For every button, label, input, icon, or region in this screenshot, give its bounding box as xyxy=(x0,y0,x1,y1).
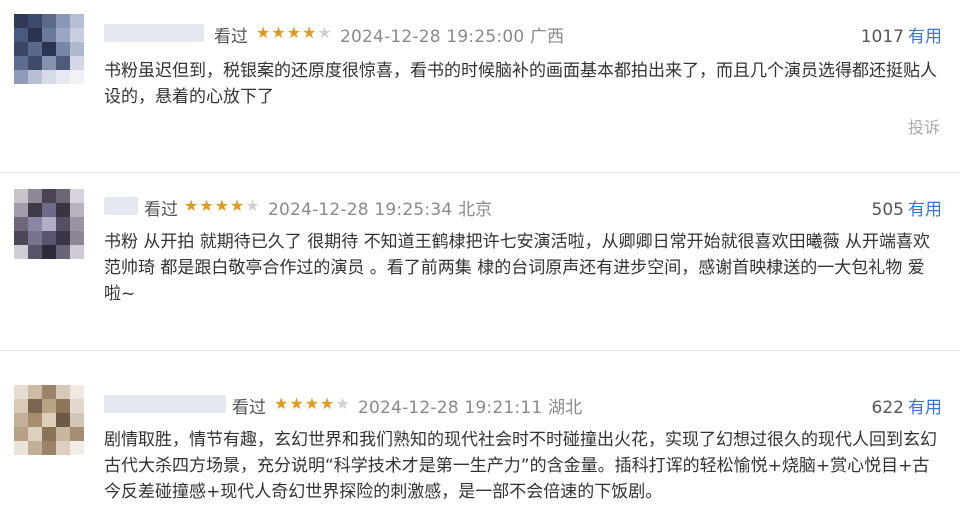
star-icon: ★ xyxy=(304,394,321,413)
star-icon: ★ xyxy=(184,196,200,215)
avatar[interactable] xyxy=(14,385,84,455)
rating-stars: ★★★★★ xyxy=(256,23,333,42)
star-empty-icon: ★ xyxy=(335,394,351,413)
star-icon: ★ xyxy=(199,196,215,215)
review-time: 2024-12-28 19:21:11 湖北 xyxy=(358,398,583,418)
star-icon: ★ xyxy=(302,23,318,42)
review-card: 看过 ★★★★★ 2024-12-28 19:25:34 北京 505 有用 书粉… xyxy=(0,172,960,351)
useful-button[interactable]: 有用 xyxy=(908,27,942,47)
username-blurred[interactable] xyxy=(104,197,138,215)
username-blurred[interactable] xyxy=(104,395,226,413)
review-location: 北京 xyxy=(457,200,493,220)
avatar[interactable] xyxy=(14,14,84,84)
report-button[interactable]: 投诉 xyxy=(908,114,940,138)
star-icon: ★ xyxy=(214,196,231,215)
review-location: 广西 xyxy=(529,27,565,47)
watched-status: 看过 xyxy=(232,398,266,418)
star-empty-icon: ★ xyxy=(245,196,261,215)
vote-count[interactable]: 1017 有用 xyxy=(861,22,942,47)
review-text: 书粉 从开拍 就期待已久了 很期待 不知道王鹤棣把许七安演活啦，从卿卿日常开始就… xyxy=(104,232,931,304)
rating-stars: ★★★★★ xyxy=(274,394,351,413)
useful-button[interactable]: 有用 xyxy=(908,398,942,418)
star-empty-icon: ★ xyxy=(317,23,333,42)
avatar[interactable] xyxy=(14,189,84,259)
useful-button[interactable]: 有用 xyxy=(908,200,942,220)
watched-status: 看过 xyxy=(144,200,178,220)
review-card: 看过 ★★★★★ 2024-12-28 19:25:00 广西 1017 有用 书… xyxy=(0,0,960,172)
vote-count[interactable]: 505 有用 xyxy=(872,195,942,220)
star-icon: ★ xyxy=(271,23,287,42)
vote-count[interactable]: 622 有用 xyxy=(872,393,942,418)
star-icon: ★ xyxy=(274,394,290,413)
review-text: 书粉虽迟但到，税银案的还原度很惊喜，看书的时候脑补的画面基本都拍出来了，而且几个… xyxy=(104,61,937,107)
rating-stars: ★★★★★ xyxy=(184,196,261,215)
star-icon: ★ xyxy=(289,394,305,413)
star-icon: ★ xyxy=(230,196,246,215)
review-card: 看过 ★★★★★ 2024-12-28 19:21:11 湖北 622 有用 剧情… xyxy=(0,350,960,524)
star-icon: ★ xyxy=(286,23,303,42)
review-location: 湖北 xyxy=(547,398,583,418)
review-text: 剧情取胜，情节有趣，玄幻世界和我们熟知的现代社会时不时碰撞出火花，实现了幻想过很… xyxy=(104,430,937,502)
watched-status: 看过 xyxy=(214,27,248,47)
username-blurred[interactable] xyxy=(104,24,204,42)
review-time: 2024-12-28 19:25:00 广西 xyxy=(340,27,565,47)
star-icon: ★ xyxy=(256,23,272,42)
review-time: 2024-12-28 19:25:34 北京 xyxy=(268,200,493,220)
star-icon: ★ xyxy=(320,394,336,413)
